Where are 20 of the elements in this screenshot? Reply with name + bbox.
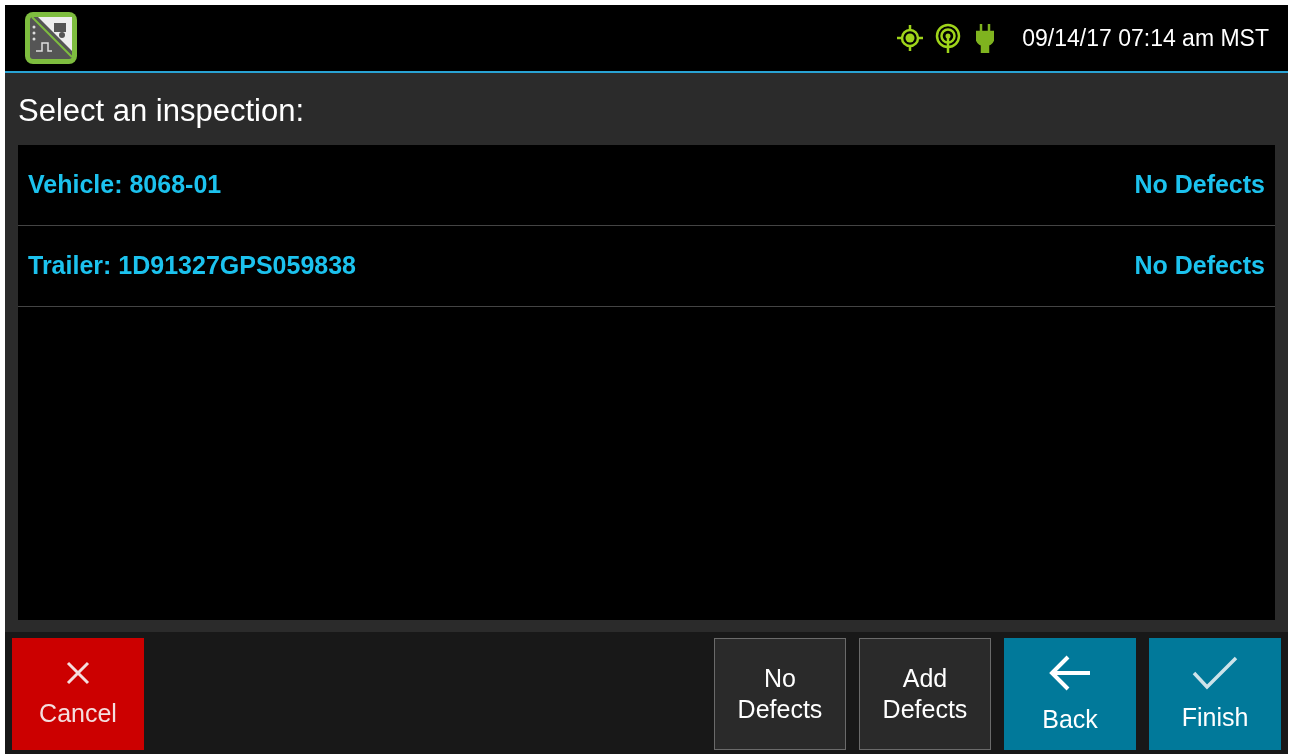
inspection-row[interactable]: Trailer: 1D91327GPS059838 No Defects: [18, 226, 1275, 307]
close-icon: [65, 659, 91, 686]
finish-button[interactable]: Finish: [1149, 638, 1281, 750]
inspection-status: No Defects: [1134, 169, 1265, 201]
inspection-status: No Defects: [1134, 250, 1265, 282]
plug-icon: [976, 23, 995, 53]
inspection-label: Vehicle: 8068-01: [28, 169, 222, 201]
page-title: Select an inspection:: [18, 92, 306, 130]
arrow-left-icon: [1048, 653, 1092, 692]
back-button[interactable]: Back: [1004, 638, 1136, 750]
app-logo-icon: [24, 11, 78, 65]
location-icon: [896, 24, 925, 52]
action-button[interactable]: No Defects: [714, 638, 846, 750]
date-time: 09/14/17 07:14 am MST: [1022, 23, 1269, 53]
checkmark-icon: [1192, 655, 1238, 690]
inspection-row[interactable]: Vehicle: 8068-01 No Defects: [18, 145, 1275, 226]
signal-icon: [934, 23, 963, 53]
action-button[interactable]: Add Defects: [859, 638, 991, 750]
cancel-button[interactable]: Cancel: [12, 638, 144, 750]
inspection-label: Trailer: 1D91327GPS059838: [28, 250, 356, 282]
